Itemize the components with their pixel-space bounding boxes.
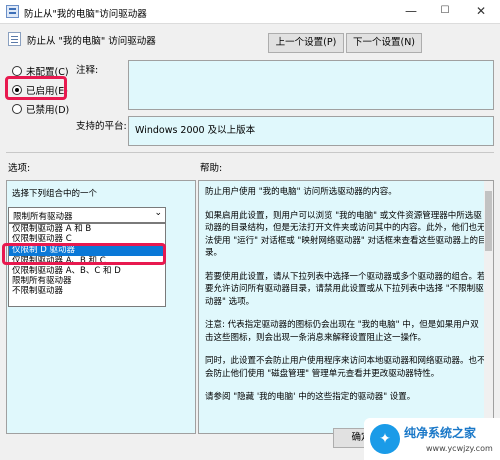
drive-dropdown-list[interactable]: 仅限制驱动器 A 和 B 仅限制驱动器 C 仅限制 D 驱动器 仅限制驱动器 A…: [8, 223, 166, 307]
watermark-text: 纯净系统之家: [404, 426, 477, 440]
setting-icon: [8, 32, 21, 46]
drive-select[interactable]: 限制所有驱动器 ⌄: [8, 207, 166, 223]
options-prompt: 选择下列组合中的一个: [12, 189, 98, 199]
minimize-button[interactable]: —: [394, 0, 428, 24]
title-bar: 防止从"我的电脑"访问驱动器 — ☐ ✕: [0, 0, 500, 24]
platform-field: Windows 2000 及以上版本: [128, 116, 494, 146]
help-label: 帮助:: [200, 163, 223, 174]
next-setting-button[interactable]: 下一个设置(N): [346, 33, 422, 53]
watermark-logo-icon: ✦: [370, 424, 400, 454]
options-label: 选项:: [8, 163, 31, 174]
window-title: 防止从"我的电脑"访问驱动器: [24, 9, 147, 20]
help-paragraph: 若要使用此设置，请从下拉列表中选择一个驱动器或多个驱动器的组合。若要允许访问所有…: [205, 271, 486, 307]
previous-setting-button[interactable]: 上一个设置(P): [268, 33, 344, 53]
radio-disabled[interactable]: 已禁用(D): [12, 102, 69, 116]
highlight-box: [5, 76, 67, 100]
close-button[interactable]: ✕: [462, 0, 500, 24]
help-scrollbar[interactable]: [484, 181, 493, 433]
dropdown-option[interactable]: 仅限制驱动器 A、B、C 和 D: [9, 266, 165, 276]
notes-field[interactable]: [128, 60, 494, 110]
notes-label: 注释:: [76, 65, 99, 76]
help-paragraph: 防止用户使用 "我的电脑" 访问所选驱动器的内容。: [205, 187, 397, 197]
policy-icon: [6, 5, 19, 18]
radio-label: 已禁用(D): [26, 105, 70, 116]
dropdown-option[interactable]: 仅限制驱动器 A 和 B: [9, 224, 165, 234]
setting-heading: 防止从 "我的电脑" 访问驱动器: [27, 36, 156, 47]
dropdown-option[interactable]: 限制所有驱动器: [9, 276, 165, 286]
divider: [6, 152, 494, 153]
maximize-button[interactable]: ☐: [428, 0, 462, 24]
dropdown-option[interactable]: 不限制驱动器: [9, 286, 165, 296]
watermark: ✦ 纯净系统之家 www.ycwjzy.com: [364, 418, 500, 460]
help-paragraph: 如果启用此设置，则用户可以浏览 "我的电脑" 或文件资源管理器中所选驱动器的目录…: [205, 210, 487, 259]
radio-circle[interactable]: [12, 104, 22, 114]
watermark-url: www.ycwjzy.com: [426, 444, 493, 453]
platform-label: 支持的平台:: [76, 121, 127, 132]
drive-select-value: 限制所有驱动器: [13, 212, 73, 222]
highlight-box: [2, 243, 166, 265]
help-paragraph: 注意: 代表指定驱动器的图标仍会出现在 "我的电脑" 中，但是如果用户双击这些图…: [205, 320, 479, 343]
help-paragraph: 请参阅 "隐藏 '我的电脑' 中的这些指定的驱动器" 设置。: [205, 392, 416, 402]
help-panel: 防止用户使用 "我的电脑" 访问所选驱动器的内容。 如果启用此设置，则用户可以浏…: [198, 180, 494, 434]
chevron-down-icon[interactable]: ⌄: [154, 208, 162, 218]
radio-circle[interactable]: [12, 66, 22, 76]
scrollbar-thumb[interactable]: [485, 191, 492, 251]
help-paragraph: 同时，此设置不会防止用户使用程序来访问本地驱动器和网络驱动器。也不会防止他们使用…: [205, 356, 486, 379]
